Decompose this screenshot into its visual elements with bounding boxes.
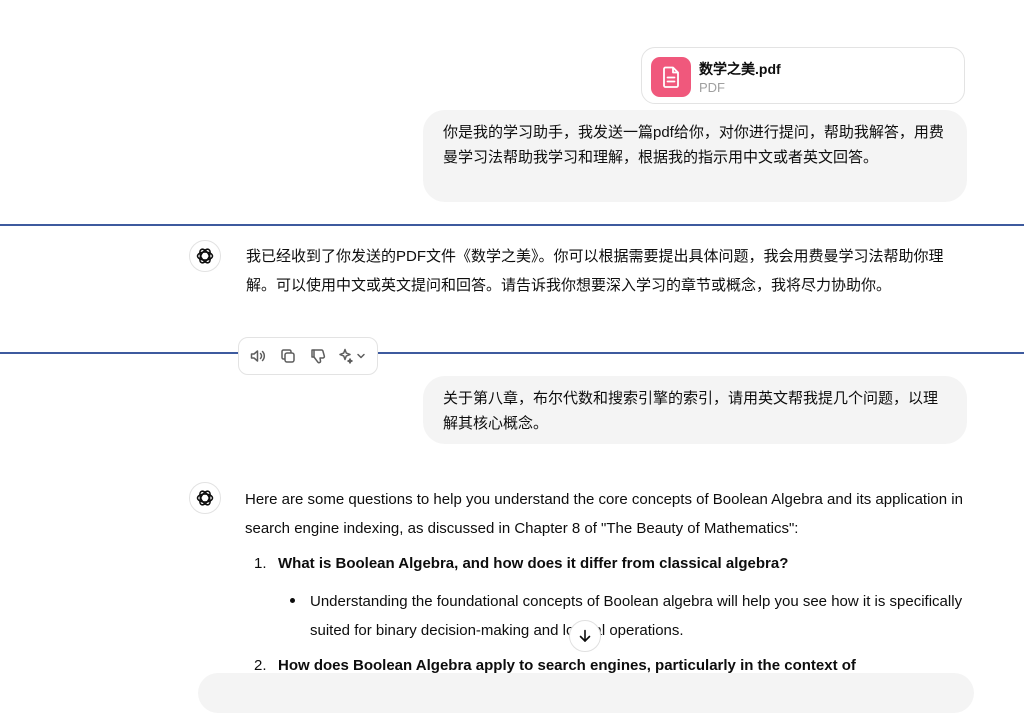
regenerate-icon[interactable] bbox=[337, 347, 367, 365]
thumbs-down-icon[interactable] bbox=[309, 347, 327, 365]
openai-logo-icon bbox=[196, 490, 214, 506]
copy-icon[interactable] bbox=[279, 347, 297, 365]
separator-line bbox=[0, 352, 1024, 354]
attachment-file-name: 数学之美.pdf bbox=[699, 61, 781, 77]
message-composer[interactable] bbox=[198, 673, 974, 713]
list-item-title: What is Boolean Algebra, and how does it… bbox=[278, 555, 789, 572]
scroll-to-bottom-button[interactable] bbox=[569, 620, 601, 652]
arrow-down-icon bbox=[579, 629, 591, 642]
bullet-dot bbox=[290, 598, 295, 603]
user-message: 你是我的学习助手，我发送一篇pdf给你，对你进行提问，帮助我解答，用费曼学习法帮… bbox=[423, 110, 967, 202]
user-message: 关于第八章，布尔代数和搜索引擎的索引，请用英文帮我提几个问题，以理解其核心概念。 bbox=[423, 376, 967, 444]
assistant-avatar bbox=[189, 482, 221, 514]
pdf-attachment-card[interactable]: 数学之美.pdf PDF bbox=[641, 47, 965, 104]
message-actions-toolbar bbox=[238, 337, 378, 375]
assistant-message: 我已经收到了你发送的PDF文件《数学之美》。你可以根据需要提出具体问题，我会用费… bbox=[246, 248, 944, 294]
assistant-message: Here are some questions to help you unde… bbox=[245, 491, 963, 537]
list-number: 1. bbox=[254, 555, 267, 572]
list-item-bullet: Understanding the foundational concepts … bbox=[310, 593, 963, 639]
assistant-avatar bbox=[189, 240, 221, 272]
openai-logo-icon bbox=[196, 248, 214, 264]
attachment-file-type: PDF bbox=[699, 80, 725, 95]
document-icon bbox=[651, 57, 691, 97]
separator-line bbox=[0, 224, 1024, 226]
read-aloud-icon[interactable] bbox=[249, 347, 267, 365]
